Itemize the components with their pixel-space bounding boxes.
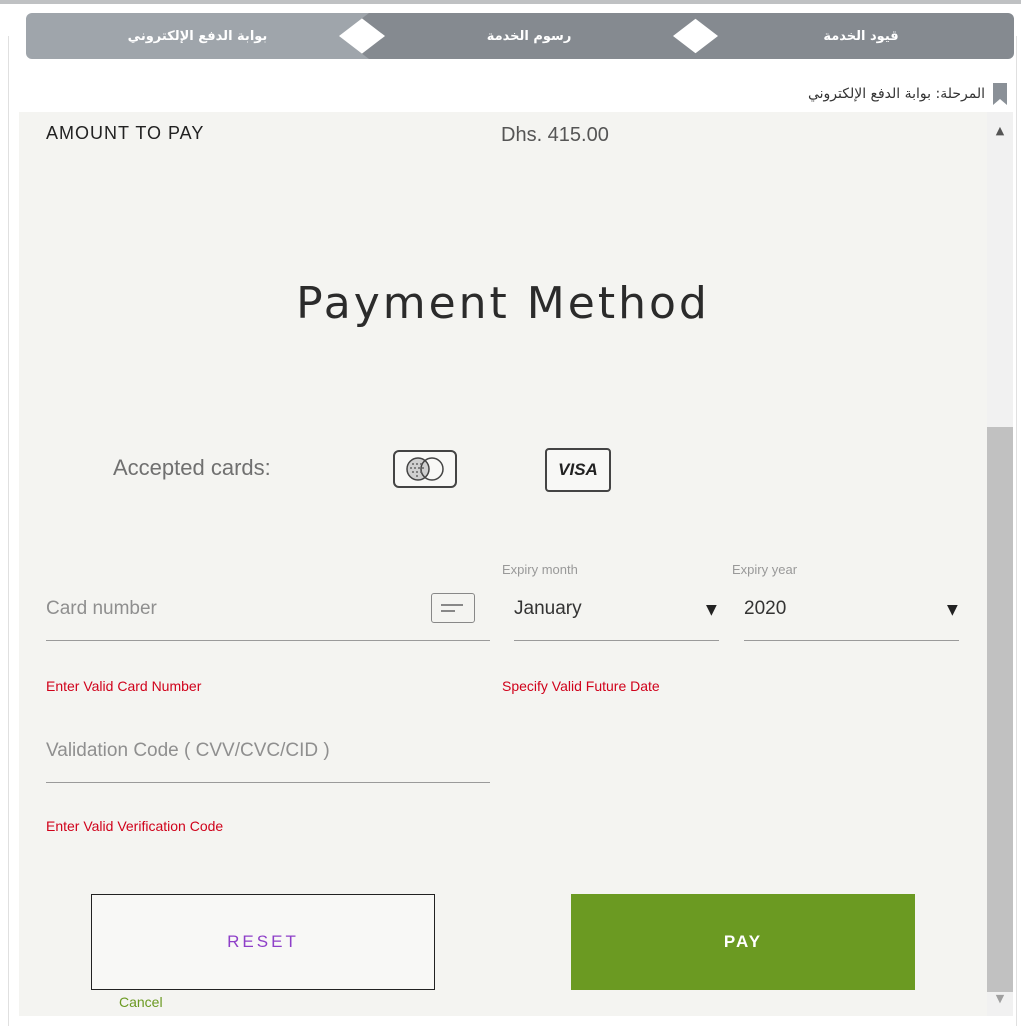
reset-label: RESET bbox=[227, 932, 299, 951]
cvv-field[interactable] bbox=[46, 782, 490, 783]
amount-label: AMOUNT TO PAY bbox=[46, 123, 205, 143]
mastercard-icon bbox=[393, 450, 457, 488]
expiry-year-value: 2020 bbox=[744, 598, 787, 619]
card-number-placeholder[interactable]: Card number bbox=[46, 598, 157, 620]
expiry-date-error: Specify Valid Future Date bbox=[502, 678, 660, 694]
cvv-placeholder[interactable]: Validation Code ( CVV/CVC/CID ) bbox=[46, 740, 330, 762]
amount-value: Dhs. 415.00 bbox=[501, 124, 609, 146]
chevron-down-icon: ▼ bbox=[706, 602, 717, 618]
reset-button[interactable]: RESET bbox=[91, 894, 435, 990]
payment-method-title: Payment Method bbox=[296, 278, 710, 329]
expiry-month-label: Expiry month bbox=[502, 562, 578, 577]
accepted-cards-label: Accepted cards: bbox=[113, 455, 271, 480]
step-label: قيود الخدمة bbox=[823, 28, 899, 44]
cvv-error: Enter Valid Verification Code bbox=[46, 818, 224, 834]
bookmark-icon bbox=[993, 83, 1007, 105]
card-number-error: Enter Valid Card Number bbox=[46, 678, 202, 694]
visa-text: VISA bbox=[558, 460, 598, 479]
expiry-year-select[interactable] bbox=[744, 640, 959, 641]
frame-right-border bbox=[1016, 36, 1017, 1026]
scroll-up-icon[interactable]: ▲ bbox=[987, 118, 1013, 142]
payment-page: قيود الخدمة رسوم الخدمة بوابة الدفع الإل… bbox=[0, 0, 1021, 1030]
scrollbar[interactable]: ▲ ▼ bbox=[987, 112, 1013, 1016]
payment-panel: AMOUNT TO PAY Dhs. 415.00 Payment Method… bbox=[19, 112, 987, 1016]
expiry-month-select[interactable] bbox=[514, 640, 719, 641]
card-number-field[interactable] bbox=[46, 640, 490, 641]
scroll-thumb[interactable] bbox=[987, 427, 1013, 992]
stage-text: المرحلة: بوابة الدفع الإلكتروني bbox=[807, 86, 985, 102]
pay-button[interactable]: PAY bbox=[571, 894, 915, 990]
step-label: رسوم الخدمة bbox=[486, 28, 572, 44]
top-divider bbox=[0, 0, 1021, 4]
expiry-month-value: January bbox=[514, 598, 582, 619]
step-service-constraints[interactable]: قيود الخدمة bbox=[688, 13, 1014, 59]
progress-steps: قيود الخدمة رسوم الخدمة بوابة الدفع الإل… bbox=[0, 13, 1021, 59]
step-payment-gateway[interactable]: بوابة الدفع الإلكتروني bbox=[26, 13, 369, 59]
credit-card-icon bbox=[431, 593, 475, 623]
frame-left-border bbox=[8, 36, 9, 1026]
pay-label: PAY bbox=[723, 932, 763, 951]
cancel-link[interactable]: Cancel bbox=[119, 994, 163, 1010]
step-service-fees[interactable]: رسوم الخدمة bbox=[355, 13, 703, 59]
step-label: بوابة الدفع الإلكتروني bbox=[127, 28, 268, 44]
chevron-down-icon: ▼ bbox=[947, 602, 958, 618]
expiry-year-label: Expiry year bbox=[732, 562, 798, 577]
visa-icon: VISA bbox=[545, 448, 611, 492]
current-stage: المرحلة: بوابة الدفع الإلكتروني bbox=[808, 80, 1007, 108]
scroll-down-icon[interactable]: ▼ bbox=[987, 986, 1013, 1010]
